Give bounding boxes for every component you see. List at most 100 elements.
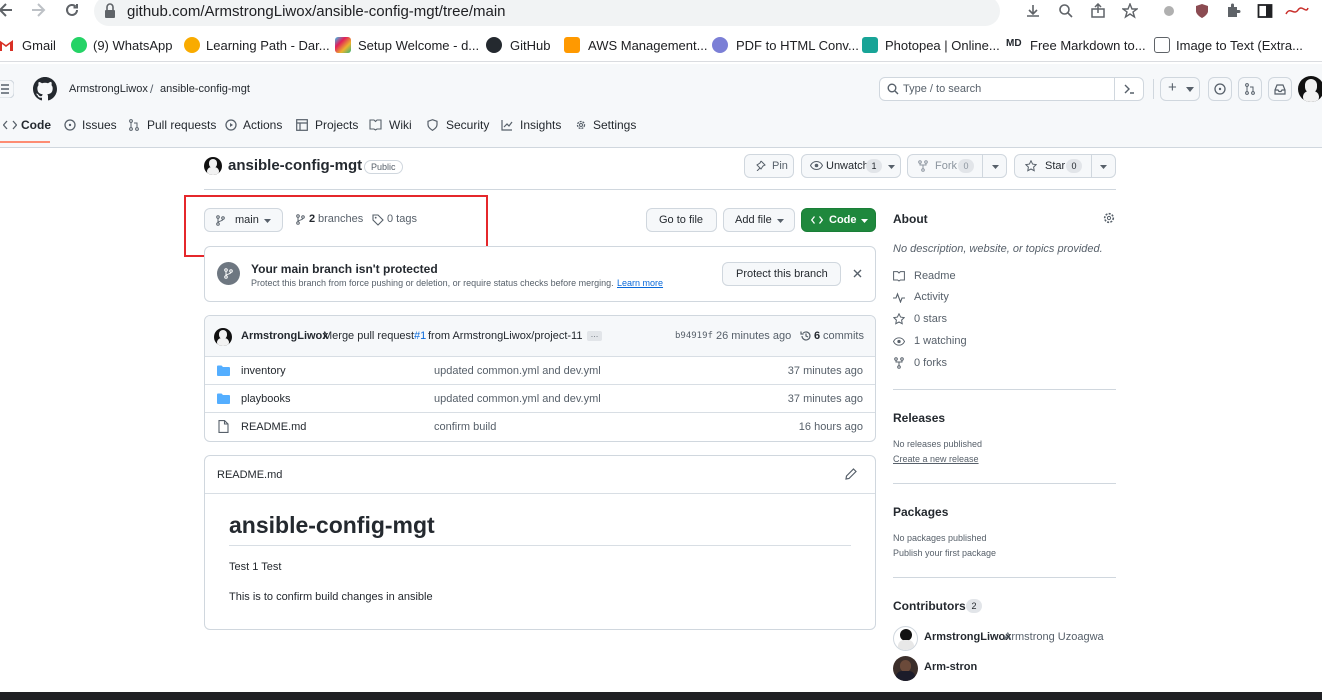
forward-arrow-icon[interactable] [30,0,46,20]
pencil-icon[interactable] [845,468,857,480]
add-file-button[interactable]: Add file [723,208,795,232]
file-commit-message[interactable]: updated common.yml and dev.yml [434,393,601,405]
file-commit-message[interactable]: updated common.yml and dev.yml [434,365,601,377]
file-row[interactable]: inventory updated common.yml and dev.yml… [205,356,875,384]
bookmark-item[interactable]: AWS Management... [588,38,707,53]
watch-count: 1 [866,159,882,173]
commits-count[interactable]: 6 [814,330,820,342]
file-icon [218,420,229,433]
share-icon[interactable] [1090,3,1106,19]
watching-link[interactable]: 1 watching [914,335,967,347]
bookmark-item[interactable]: Learning Path - Dar... [206,38,330,53]
expand-message-button[interactable]: … [587,331,602,341]
issues-button[interactable] [1208,77,1232,101]
bookmark-item[interactable]: Free Markdown to... [1030,38,1146,53]
git-branch-icon [217,262,240,285]
bookmark-item[interactable]: Gmail [22,38,56,53]
pull-requests-button[interactable] [1238,77,1262,101]
publish-package-link[interactable]: Publish your first package [893,548,996,558]
pull-request-link[interactable]: #1 [414,330,426,342]
commit-message[interactable]: Merge pull request [323,330,414,342]
star-button[interactable]: Star 0 [1014,154,1116,178]
bookmark-item[interactable]: Setup Welcome - d... [358,38,479,53]
url-text[interactable]: github.com/ArmstrongLiwox/ansible-config… [127,3,506,20]
repo-owner-avatar[interactable] [204,157,222,175]
bookmark-item[interactable]: Photopea | Online... [885,38,1000,53]
contributor-avatar[interactable] [893,656,918,681]
latest-commit-bar: ArmstrongLiwox Merge pull request #1 fro… [205,316,875,356]
pin-button[interactable]: Pin [744,154,794,178]
bookmark-item[interactable]: GitHub [510,38,550,53]
breadcrumb-repo[interactable]: ansible-config-mgt [160,83,250,95]
inbox-button[interactable] [1268,77,1292,101]
tab-security[interactable]: Security [446,118,489,132]
code-button[interactable]: Code [801,208,876,232]
gear-icon[interactable] [1103,212,1115,224]
command-palette-icon[interactable] [1123,83,1135,95]
file-row[interactable]: README.md confirm build 16 hours ago [205,412,875,440]
readme-filename[interactable]: README.md [217,469,282,481]
code-icon [811,215,823,225]
commit-author[interactable]: ArmstrongLiwox [241,330,328,342]
tab-wiki[interactable]: Wiki [389,118,412,132]
releases-title[interactable]: Releases [893,411,945,425]
file-row[interactable]: playbooks updated common.yml and dev.yml… [205,384,875,412]
tab-pull-requests[interactable]: Pull requests [147,118,216,132]
contributors-title[interactable]: Contributors [893,599,966,613]
hamburger-menu-icon[interactable] [0,80,14,98]
lock-icon[interactable] [104,3,116,19]
avatar[interactable] [1298,76,1322,102]
bookmark-item[interactable]: PDF to HTML Conv... [736,38,859,53]
create-new-button[interactable]: + [1160,77,1200,101]
contributor-name[interactable]: Armstrong Uzoagwa [1004,631,1104,643]
zoom-icon[interactable] [1058,3,1074,19]
profile-icon[interactable] [1284,4,1310,18]
search-input[interactable]: Type / to search [879,77,1144,101]
extensions-puzzle-icon[interactable] [1225,3,1241,19]
sidebar-divider [893,577,1116,578]
commits-link[interactable]: commits [823,330,864,342]
breadcrumb-owner[interactable]: ArmstrongLiwox [69,83,148,95]
activity-link[interactable]: Activity [914,291,949,303]
stars-link[interactable]: 0 stars [914,313,947,325]
contributor-login[interactable]: Arm-stron [924,661,977,673]
tab-settings[interactable]: Settings [593,118,636,132]
tab-code[interactable]: Code [21,118,51,132]
commit-author-avatar[interactable] [214,328,232,346]
close-icon[interactable] [853,269,862,278]
readme-link[interactable]: Readme [914,270,956,282]
file-name[interactable]: inventory [241,365,286,377]
contributor-login[interactable]: ArmstrongLiwox [924,631,1011,643]
bookmark-star-icon[interactable] [1122,3,1138,19]
bookmark-item[interactable]: (9) WhatsApp [93,38,172,53]
extension-shield-icon[interactable] [1195,3,1209,19]
learn-more-link[interactable]: Learn more [617,278,663,288]
commit-message-rest[interactable]: from ArmstrongLiwox/project-11 [428,330,582,342]
caret-down-icon [1100,165,1107,169]
forks-link[interactable]: 0 forks [914,357,947,369]
commit-hash[interactable]: b94919f [675,331,713,341]
fork-button[interactable]: Fork 0 [907,154,1007,178]
bookmark-item[interactable]: Image to Text (Extra... [1176,38,1303,53]
side-panel-icon[interactable] [1257,3,1273,19]
file-name[interactable]: playbooks [241,393,291,405]
create-release-link[interactable]: Create a new release [893,454,979,464]
protect-branch-button[interactable]: Protect this branch [722,262,841,286]
tab-insights[interactable]: Insights [520,118,561,132]
extension-pinwheel-icon[interactable] [1162,3,1176,19]
unwatch-button[interactable]: Unwatch 1 [801,154,901,178]
contributors-count: 2 [966,599,982,613]
reload-icon[interactable] [63,1,81,19]
go-to-file-button[interactable]: Go to file [646,208,717,232]
repo-title[interactable]: ansible-config-mgt [228,157,362,174]
github-logo-icon[interactable] [33,77,57,101]
tab-actions[interactable]: Actions [243,118,282,132]
tab-issues[interactable]: Issues [82,118,117,132]
back-arrow-icon[interactable] [0,0,14,20]
file-name[interactable]: README.md [241,421,306,433]
file-commit-message[interactable]: confirm build [434,421,496,433]
contributor-avatar[interactable] [893,626,918,651]
packages-title[interactable]: Packages [893,505,948,519]
download-icon[interactable] [1025,3,1041,19]
tab-projects[interactable]: Projects [315,118,358,132]
